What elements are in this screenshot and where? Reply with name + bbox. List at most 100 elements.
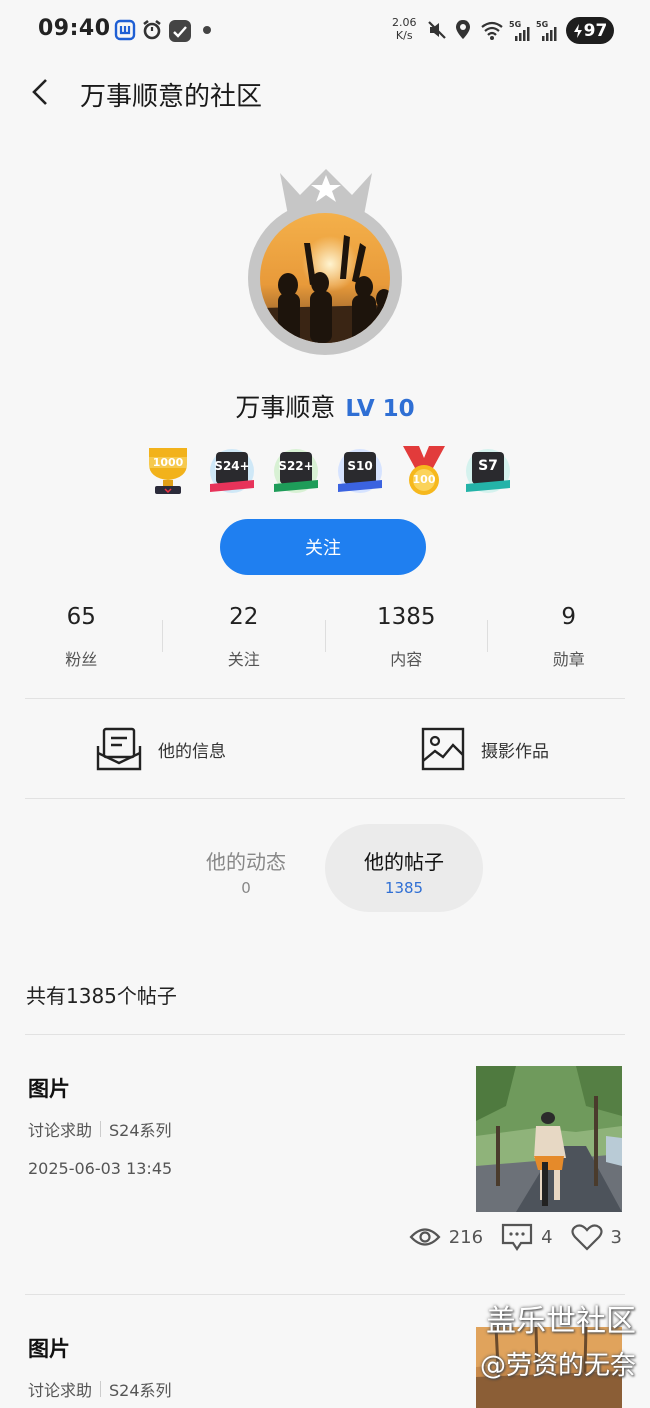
post-title: 图片 (28, 1077, 70, 1101)
alarm-icon (141, 19, 163, 41)
profile-name-row: 万事顺意 LV 10 (0, 388, 650, 424)
badge-text: 1000 (152, 456, 184, 469)
medal-100-icon (403, 446, 445, 495)
post-item[interactable]: 图片 讨论求助 S24系列 2025-06-03 13:45 216 4 3 (0, 1035, 650, 1293)
badge-medal-100[interactable]: 100 (399, 444, 449, 498)
stat-value: 9 (561, 604, 577, 630)
post-category[interactable]: 讨论求助 (28, 1377, 92, 1401)
image-icon (421, 727, 465, 771)
wifi-icon (480, 19, 503, 41)
badge-text: S24+ (214, 459, 250, 473)
post-series[interactable]: S24系列 (109, 1377, 172, 1401)
stat-medals[interactable]: 9 勋章 (488, 596, 650, 676)
photography-label: 摄影作品 (481, 741, 549, 762)
badge-s7[interactable]: S7 (463, 444, 513, 498)
eye-icon (409, 1228, 441, 1246)
tab-label: 他的帖子 (364, 850, 444, 874)
post-count: 共有1385个帖子 (26, 984, 177, 1008)
net-speed-unit: K/s (395, 29, 413, 42)
battery-level: 97 (583, 20, 608, 41)
avatar-with-crown[interactable] (248, 165, 404, 355)
comment-icon (501, 1223, 533, 1251)
app-notification-icon (114, 19, 136, 41)
avatar (260, 213, 390, 343)
chevron-left-icon (32, 79, 47, 105)
views-count: 216 (448, 1226, 484, 1248)
meta-separator (100, 1381, 102, 1397)
net-speed: 2.06 K/s (392, 16, 417, 42)
stat-fans[interactable]: 65 粉丝 (0, 596, 163, 676)
post-category[interactable]: 讨论求助 (28, 1117, 92, 1141)
mute-icon (426, 19, 448, 41)
svg-text:5G: 5G (509, 20, 521, 29)
status-time: 09:40 (38, 16, 111, 41)
signal-2-icon: 5G (536, 19, 560, 41)
charging-icon (573, 23, 582, 38)
trophy-1000-icon (149, 448, 187, 494)
back-button[interactable] (22, 72, 58, 112)
signal-1-icon: 5G (509, 19, 533, 41)
badge-trophy-1000[interactable]: 1000 (143, 444, 193, 498)
likes-count: 3 (610, 1226, 622, 1248)
content-tabs: 他的动态 0 他的帖子 1385 (0, 824, 650, 912)
post-series[interactable]: S24系列 (109, 1117, 172, 1141)
watermark-line-2: @劳资的无奈 (479, 1351, 636, 1381)
comments-count: 4 (541, 1226, 553, 1248)
stats-row: 65 粉丝 22 关注 1385 内容 9 勋章 (0, 596, 650, 676)
heart-icon (570, 1224, 603, 1251)
like-button[interactable]: 3 (570, 1223, 622, 1251)
watermark: 盖乐世社区 @劳资的无奈 (480, 1300, 636, 1388)
photography-entry[interactable]: 摄影作品 (421, 722, 549, 776)
badge-s24plus[interactable]: S24+ (207, 444, 257, 498)
task-check-icon (168, 19, 191, 42)
info-envelope-icon (96, 727, 142, 771)
stat-value: 1385 (376, 604, 436, 630)
more-notifications-dot (203, 26, 211, 34)
stat-label: 粉丝 (65, 650, 98, 669)
stat-value: 22 (229, 604, 259, 630)
meta-separator (100, 1121, 102, 1137)
tab-his-posts[interactable]: 他的帖子 1385 (325, 824, 483, 912)
stat-label: 关注 (227, 650, 260, 669)
divider (25, 798, 625, 799)
avatar-frame (248, 201, 402, 355)
profile-name: 万事顺意 (235, 393, 336, 422)
views-counter: 216 (409, 1226, 483, 1248)
stat-label: 勋章 (552, 650, 585, 669)
his-info-entry[interactable]: 他的信息 (96, 722, 226, 776)
post-thumbnail[interactable] (476, 1066, 622, 1212)
tab-his-activity[interactable]: 他的动态 0 (167, 824, 325, 912)
follow-button[interactable]: 关注 (220, 519, 426, 575)
badge-s22plus[interactable]: S22+ (271, 444, 321, 498)
page-title: 万事顺意的社区 (80, 82, 263, 112)
tab-count: 0 (241, 879, 251, 897)
divider (25, 698, 625, 699)
badge-text: S22+ (278, 459, 314, 473)
badge-text: S10 (347, 459, 373, 473)
stat-following[interactable]: 22 关注 (163, 596, 326, 676)
status-bar: 09:40 2.06 K/s 5G 5G 97 (0, 0, 650, 62)
svg-text:5G: 5G (536, 20, 548, 29)
badge-s10[interactable]: S10 (335, 444, 385, 498)
post-date: 2025-06-03 13:45 (28, 1159, 173, 1178)
page-header: 万事顺意的社区 (0, 62, 650, 126)
comments-button[interactable]: 4 (501, 1223, 553, 1251)
location-icon (453, 19, 475, 41)
tab-count: 1385 (384, 879, 424, 897)
badge-text: S7 (478, 458, 498, 474)
badge-list: 1000 S24+ S22+ S10 100 S7 (143, 444, 513, 498)
battery-indicator: 97 (566, 17, 614, 44)
post-meta: 讨论求助 S24系列 (28, 1377, 172, 1401)
stat-divider (325, 620, 326, 652)
watermark-line-1: 盖乐世社区 (486, 1304, 636, 1339)
level-badge: LV 10 (345, 396, 415, 422)
post-title: 图片 (28, 1337, 70, 1361)
his-info-label: 他的信息 (158, 741, 226, 762)
post-meta: 讨论求助 S24系列 (28, 1117, 172, 1141)
stat-content[interactable]: 1385 内容 (325, 596, 488, 676)
stat-divider (487, 620, 488, 652)
badge-text: 100 (412, 473, 436, 486)
post-actions: 216 4 3 (391, 1223, 622, 1251)
stat-label: 内容 (390, 650, 423, 669)
stat-divider (162, 620, 163, 652)
